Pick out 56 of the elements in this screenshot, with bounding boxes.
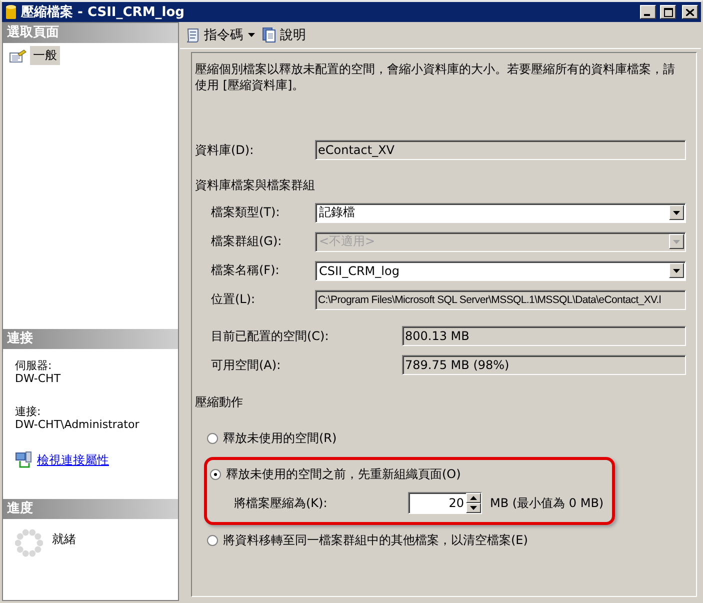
group-title: 壓縮動作 [195,394,244,410]
radio-button[interactable] [207,432,218,444]
section-header: 選取頁面 [3,23,178,43]
field-label: 位置(L): [210,291,256,308]
section-header: 連接 [3,329,178,349]
dropdown-arrow[interactable] [246,31,258,39]
scroll-icon [185,27,201,43]
field-label: 檔案類型(T): [210,204,281,221]
close-icon [686,8,694,16]
up-caret-icon [466,493,481,503]
maximize-icon [664,8,672,16]
document-icon [261,27,277,43]
properties-icon [9,48,27,62]
readonly-field: 800.13 MB [402,326,686,346]
caret-icon [673,268,680,272]
group-title: 資料庫檔案與檔案群組 [195,177,316,193]
maximize-button[interactable] [660,5,676,19]
spinner-icon [15,529,43,557]
help-button[interactable]: 說明 [258,24,309,46]
field-label: 檔案群組(G): [210,233,283,250]
database-field: eContact_XV [315,140,686,160]
radio-option[interactable]: 釋放未使用的空間之前，先重新組織頁面(O) [210,466,612,482]
database-icon [5,4,17,20]
number-spinner[interactable]: 20 [408,492,482,514]
radio-option[interactable]: 將資料移轉至同一檔案群組中的其他檔案，以清空檔案(E) [207,532,686,548]
field-label: 將檔案壓縮為(K): [233,494,328,512]
radio-option[interactable]: 釋放未使用的空間(R) [207,430,686,446]
connection-label: 連接: [15,405,42,418]
close-button[interactable] [682,5,698,19]
down-caret-icon [466,503,481,513]
dropdown[interactable]: 記錄檔 [315,202,686,222]
field-label: 可用空間(A): [210,356,282,374]
unit-label: MB (最小值為 0 MB) [490,494,604,512]
window-title: 壓縮檔案 - CSII_CRM_log [21,4,184,21]
readonly-field: 789.75 MB (98%) [402,355,686,375]
minimize-button[interactable] [640,5,656,19]
field-label: 資料庫(D): [195,142,255,158]
section-header: 進度 [3,499,178,519]
dropdown[interactable]: CSII_CRM_log [315,260,686,280]
server-name: DW-CHT [15,372,62,385]
caret-icon [673,240,680,244]
field-label: 目前已配置的空間(C): [210,328,330,344]
connection-user: DW-CHT\Administrator [15,418,140,431]
network-computer-icon [15,451,33,469]
page-item[interactable]: 一般 [30,46,60,65]
server-label: 伺服器: [15,359,53,372]
caret-icon [673,210,680,214]
view-connection-properties-link[interactable]: 檢視連接屬性 [37,452,109,468]
caret-icon [248,33,255,37]
readonly-field: C:\Program Files\Microsoft SQL Server\MSSQL.1\MSSQL\Data\eContact_XV.l [315,290,686,310]
field-label: 檔案名稱(F): [210,262,280,279]
description-text: 壓縮個別檔案以釋放未配置的空間，會縮小資料庫的大小。若要壓縮所有的資料庫檔案，請使用 [壓縮資料庫]。 [195,61,676,93]
progress-status: 就緒 [52,531,76,548]
radio-button[interactable] [207,534,218,546]
script-button[interactable]: 指令碼 [182,24,246,46]
radio-button[interactable] [210,468,221,480]
